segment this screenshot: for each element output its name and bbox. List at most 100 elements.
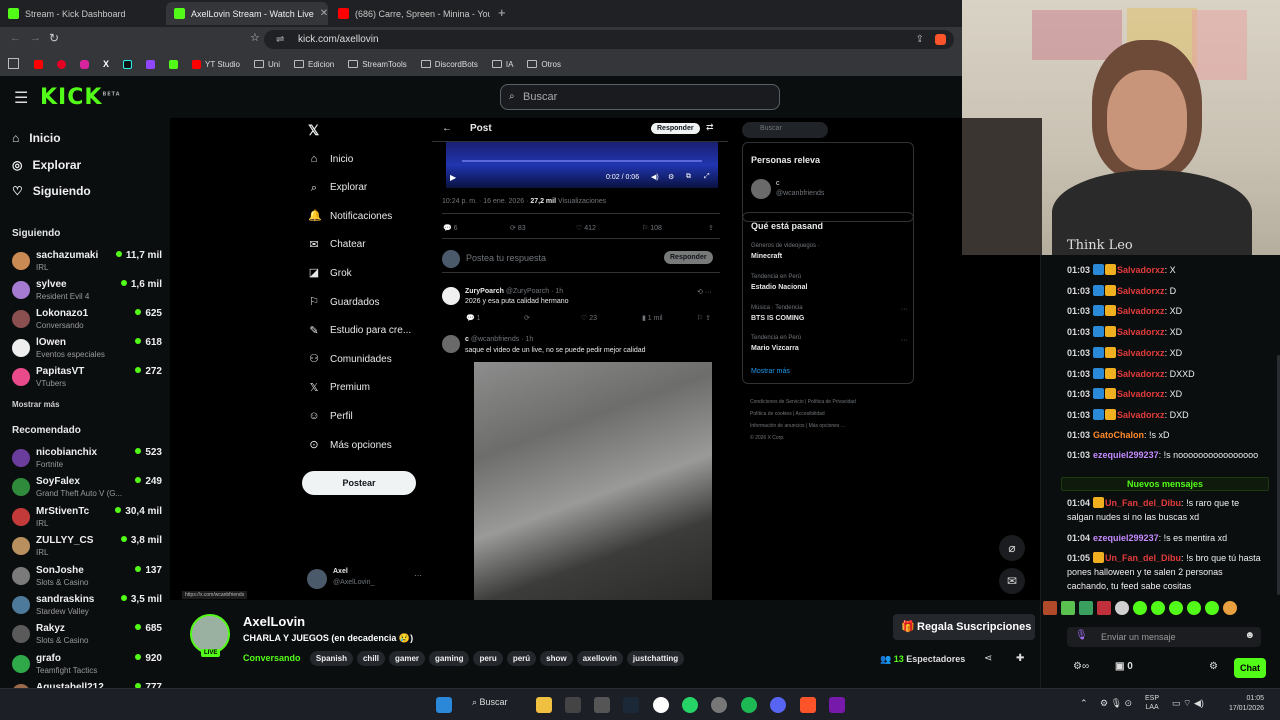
repost-stat[interactable]: ⟳ 83 [510, 224, 526, 232]
bookmark-folder-ia[interactable]: IA [491, 60, 513, 69]
message-username[interactable]: Salvadorxz [1117, 286, 1165, 296]
twitch-bookmark-icon[interactable] [146, 59, 156, 69]
fullscreen-icon[interactable]: ⤢ [704, 173, 710, 181]
gift-subs-button[interactable]: 🎁 Regala Suscripciones [893, 614, 1035, 640]
tag-chip[interactable]: Spanish [309, 651, 353, 666]
follow-icon[interactable]: ✚ [1016, 653, 1024, 664]
message-username[interactable]: ezequiel299237 [1093, 533, 1159, 543]
tray-chevron-icon[interactable]: ⌃ [1080, 698, 1088, 709]
channel-item[interactable]: Rakyz Slots & Casino 685 [12, 622, 162, 648]
bookmark-yt-studio[interactable]: YT Studio [192, 59, 240, 69]
trend-name[interactable]: Minecraft [751, 253, 782, 260]
x-search-input[interactable]: Buscar [742, 122, 828, 138]
tag-chip[interactable]: perú [506, 651, 537, 666]
x-nav-item-3[interactable]: ✉ Chatear [308, 239, 365, 251]
tweet-video[interactable]: ▶ 0:02 / 0:06 ◀) ⚙ ⧉ ⤢ [446, 142, 718, 188]
x-nav-item-2[interactable]: 🔔 Notificaciones [308, 210, 392, 222]
chat-message[interactable]: 01:03 Salvadorxz: XD [1067, 305, 1182, 317]
trend-more-icon[interactable]: ··· [901, 337, 908, 344]
brave-shield-icon[interactable] [935, 34, 946, 45]
x-nav-item-6[interactable]: ✎ Estudio para cre... [308, 325, 411, 337]
bookmark-folder-edicion[interactable]: Edicion [294, 60, 334, 69]
x-nav-item-9[interactable]: ☺ Perfil [308, 410, 352, 422]
discord-icon[interactable] [770, 697, 786, 713]
comment-more-icon[interactable]: ⟲ ··· [697, 288, 712, 296]
steam-icon[interactable] [623, 697, 639, 713]
app-icon[interactable] [594, 697, 610, 713]
app-icon[interactable] [565, 697, 581, 713]
channel-item[interactable]: PapitasVT VTubers 272 [12, 365, 162, 391]
tag-chip[interactable]: axellovin [576, 651, 623, 666]
sidebar-item-inicio[interactable]: ⌂ Inicio [12, 131, 61, 145]
settings-icon[interactable]: ⇄ [706, 122, 714, 133]
tag-chip[interactable]: justchatting [626, 651, 685, 666]
channel-item[interactable]: sandraskins Stardew Valley 3,5 mil [12, 593, 162, 619]
emote-icon[interactable] [1097, 601, 1111, 615]
clip-icon[interactable]: ⌀ [999, 535, 1025, 561]
tag-chip[interactable]: peru [473, 651, 503, 666]
trend-name[interactable]: Mario Vizcarra [751, 345, 799, 352]
message-username[interactable]: Salvadorxz [1117, 369, 1165, 379]
message-username[interactable]: GatoChalon [1093, 430, 1144, 440]
play-icon[interactable]: ▶ [450, 173, 456, 182]
comment-image[interactable] [474, 362, 712, 600]
account-avatar[interactable] [307, 569, 327, 589]
trend-name[interactable]: BTS IS COMING [751, 315, 804, 322]
account-more-icon[interactable]: ··· [414, 571, 422, 580]
footer-link[interactable]: Política de cookies [750, 411, 792, 417]
comment-avatar[interactable] [442, 335, 460, 353]
comment-views-stat[interactable]: ▮ 1 mil [642, 314, 663, 322]
chat-message[interactable]: 01:03 ezequiel299237: !s nooooooooooooooo… [1067, 450, 1258, 460]
bookmark-folder-streamtools[interactable]: StreamTools [348, 60, 407, 69]
apps-grid-icon[interactable] [8, 58, 19, 69]
bookmark-folder-uni[interactable]: Uni [254, 60, 280, 69]
emote-icon[interactable] [1205, 601, 1219, 615]
emoji-icon[interactable]: ☻ [1244, 630, 1255, 641]
trend-name[interactable]: Estadio Nacional [751, 284, 807, 291]
new-tab-button[interactable]: + [498, 5, 506, 20]
clock[interactable]: 01:05 17/01/2026 [1220, 694, 1264, 714]
url-field[interactable]: ⇌ kick.com/axellovin ⇪ [264, 30, 954, 49]
tag-chip[interactable]: gamer [389, 651, 426, 666]
bookmark-star-icon[interactable]: ☆ [250, 31, 260, 44]
sidebar-item-siguiendo[interactable]: ♡ Siguiendo [12, 184, 91, 198]
chat-message[interactable]: 01:03 Salvadorxz: XD [1067, 326, 1182, 338]
emote-icon[interactable] [1169, 601, 1183, 615]
comment-avatar[interactable] [442, 287, 460, 305]
chat-message[interactable]: 01:04 ezequiel299237: !s es mentira xd [1067, 531, 1227, 545]
comment-reply-stat[interactable]: 💬 1 [466, 314, 481, 322]
reload-icon[interactable]: ↻ [49, 31, 59, 45]
x-nav-item-4[interactable]: ◪ Grok [308, 267, 352, 279]
post-button[interactable]: Postear [302, 471, 416, 495]
x-nav-item-1[interactable]: ⌕ Explorar [308, 182, 367, 194]
chat-message[interactable]: 01:03 Salvadorxz: X [1067, 264, 1176, 275]
taskbar-search[interactable]: ⌕ Buscar [472, 697, 508, 708]
chat-message[interactable]: 01:03 Salvadorxz: XD [1067, 346, 1182, 358]
channel-item[interactable]: nicobianchix Fortnite 523 [12, 446, 162, 472]
channel-item[interactable]: SonJoshe Slots & Casino 137 [12, 564, 162, 590]
chat-message[interactable]: 01:04 Un_Fan_del_Dibu: !s raro que te salg… [1067, 496, 1239, 524]
onenote-icon[interactable] [829, 697, 845, 713]
search-input[interactable]: ⌕ Buscar [500, 84, 780, 110]
tray-icons[interactable]: ⚙ 🎙 ⊙ [1100, 698, 1132, 709]
back-icon[interactable]: ← [10, 32, 21, 44]
tag-chip[interactable]: show [540, 651, 573, 666]
bookmark-folder-otros[interactable]: Otros [527, 60, 561, 69]
streamer-avatar[interactable] [190, 614, 230, 654]
header-reply-button[interactable]: Responder [651, 123, 700, 134]
tiktok-bookmark-icon[interactable] [123, 59, 133, 69]
x-nav-item-5[interactable]: ⚐ Guardados [308, 296, 379, 308]
video-progress-bar[interactable] [462, 160, 702, 162]
message-username[interactable]: Salvadorxz [1117, 410, 1165, 420]
chat-message[interactable]: 01:05 Un_Fan_del_Dibu: !s bro que tú hast… [1067, 551, 1261, 593]
youtube-bookmark-icon[interactable] [34, 59, 43, 69]
message-username[interactable]: Salvadorxz [1117, 348, 1165, 358]
x-nav-item-8[interactable]: 𝕏 Premium [308, 382, 370, 394]
x-nav-item-0[interactable]: ⌂ Inicio [308, 153, 354, 165]
chat-message[interactable]: 01:03 GatoChalon: !s xD [1067, 430, 1170, 440]
trend-more-icon[interactable]: ··· [901, 306, 908, 313]
spotify-icon[interactable] [741, 697, 757, 713]
x-nav-item-10[interactable]: ⊙ Más opciones [308, 439, 391, 451]
chat-message[interactable]: 01:03 Salvadorxz: XD [1067, 388, 1182, 400]
relevant-user[interactable]: c [776, 180, 780, 187]
